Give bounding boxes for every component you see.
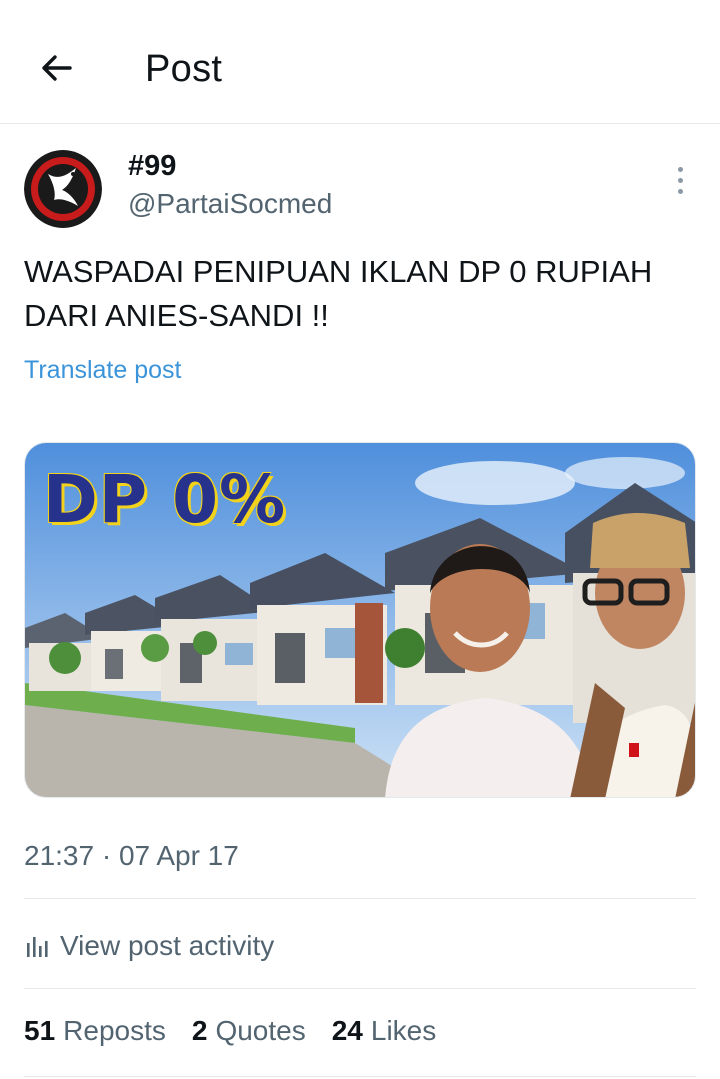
quotes-stat[interactable]: 2 Quotes [192, 1015, 306, 1047]
avatar[interactable] [24, 150, 102, 228]
divider [24, 898, 696, 899]
more-dot-icon [677, 166, 683, 172]
view-post-activity-button[interactable]: View post activity [24, 926, 274, 966]
likes-label: Likes [370, 1015, 437, 1046]
translate-post-link[interactable]: Translate post [24, 356, 181, 385]
divider [24, 988, 696, 989]
post-image[interactable]: DP 0% [24, 442, 696, 798]
reposts-stat[interactable]: 51 Reposts [24, 1015, 166, 1047]
reposts-count: 51 [24, 1015, 56, 1046]
bar-chart-icon [27, 937, 48, 957]
post-timestamp: 21:37 · 07 Apr 17 [24, 840, 239, 871]
reposts-label: Reposts [63, 1015, 166, 1046]
divider [24, 1076, 696, 1077]
more-dot-icon [677, 177, 683, 183]
top-bar: Post [0, 0, 720, 124]
likes-stat[interactable]: 24 Likes [332, 1015, 437, 1047]
party-logo-icon [24, 150, 102, 228]
page-title: Post [145, 48, 223, 90]
author-handle[interactable]: @PartaiSocmed [128, 188, 332, 220]
likes-count: 24 [331, 1015, 363, 1046]
engagement-stats: 51 Reposts 2 Quotes 24 Likes [24, 1015, 436, 1047]
more-dot-icon [677, 188, 683, 194]
more-options-button[interactable] [664, 162, 696, 198]
author-display-name[interactable]: #99 [128, 150, 176, 183]
arrow-left-icon [42, 55, 72, 81]
post-text: WASPADAI PENIPUAN IKLAN DP 0 RUPIAH DARI… [24, 254, 653, 333]
media-caption: DP 0% [43, 461, 287, 538]
quotes-label: Quotes [215, 1015, 306, 1046]
view-post-activity-label: View post activity [60, 930, 275, 961]
back-button[interactable] [30, 46, 82, 90]
quotes-count: 2 [191, 1015, 208, 1046]
